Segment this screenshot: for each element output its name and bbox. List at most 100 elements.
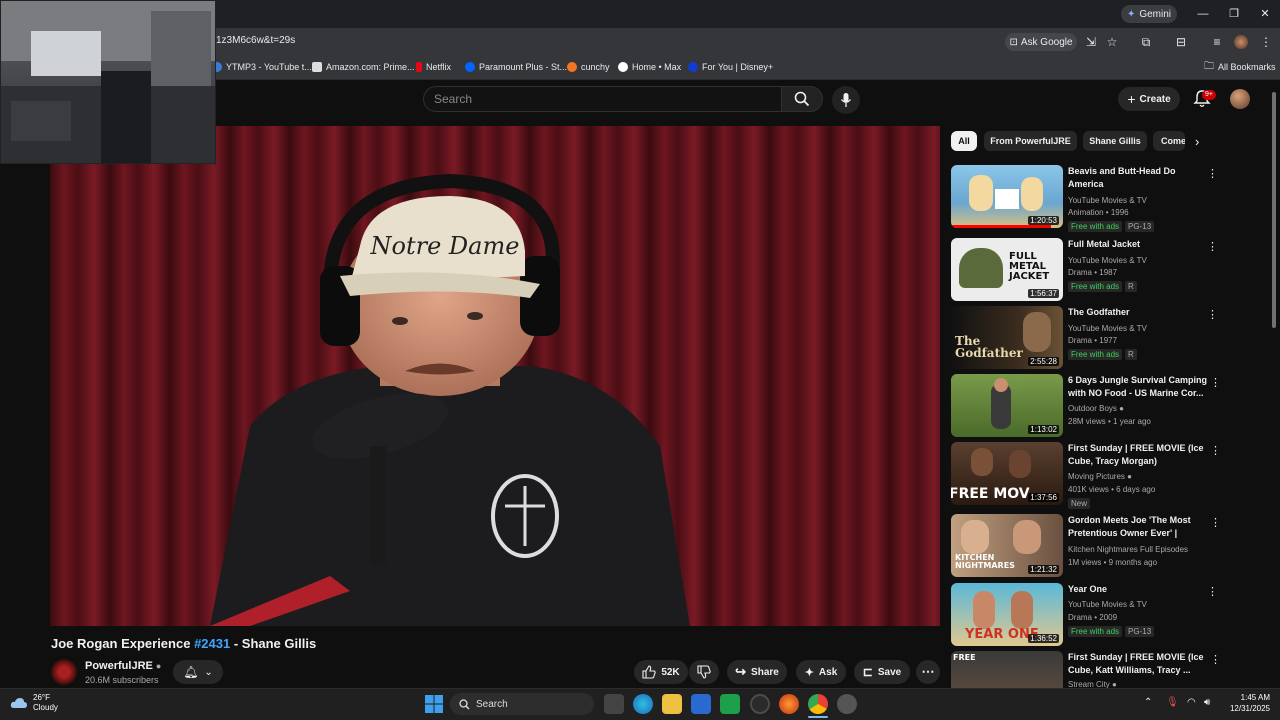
bookmark-max[interactable]: Home • Max — [618, 60, 681, 74]
gemini-button[interactable]: ✦ Gemini — [1121, 5, 1177, 23]
chip-shane-gillis[interactable]: Shane Gillis — [1083, 131, 1147, 151]
recommendation-title[interactable]: First Sunday | FREE MOVIE (Ice Cube, Kat… — [1068, 651, 1208, 677]
bookmark-amazon[interactable]: Amazon.com: Prime... — [312, 60, 415, 74]
recommendation-channel[interactable]: Kitchen Nightmares Full Episodes — [1068, 545, 1188, 554]
recommendation-channel[interactable]: YouTube Movies & TV — [1068, 256, 1147, 265]
app-icon[interactable] — [837, 694, 857, 714]
recommendation-title[interactable]: Year One — [1068, 583, 1208, 596]
chip-from-powerfuljre[interactable]: From PowerfulJRE — [984, 131, 1077, 151]
weather-widget[interactable]: 26°F Cloudy — [10, 693, 58, 713]
channel-avatar[interactable] — [51, 659, 77, 685]
search-input[interactable]: Search — [423, 86, 781, 112]
chrome-icon[interactable] — [808, 694, 828, 714]
volume-icon[interactable]: 🔊︎ — [1204, 697, 1210, 708]
minimize-button[interactable]: — — [1193, 6, 1213, 22]
ask-google-button[interactable]: ⊡ Ask Google — [1005, 33, 1077, 51]
extensions-icon[interactable]: ⧉ — [1138, 34, 1154, 50]
task-view-icon[interactable] — [604, 694, 624, 714]
show-hidden-icons[interactable]: ⌃ — [1144, 697, 1152, 708]
recommendation-item[interactable]: FREE MOV 1:37:56 First Sunday | FREE MOV… — [951, 442, 1226, 509]
microphone-in-use-icon[interactable]: 🎙︎ — [1166, 697, 1179, 708]
video-thumbnail[interactable]: 1:20:53 — [951, 165, 1063, 228]
recommendation-channel[interactable]: YouTube Movies & TV — [1068, 600, 1147, 609]
url-text[interactable]: 1z3M6c6w&t=29s — [216, 35, 295, 46]
video-thumbnail[interactable]: FREE MOV 1:37:56 — [951, 442, 1063, 505]
bookmark-star-icon[interactable]: ☆ — [1104, 34, 1120, 50]
recommendation-channel[interactable]: Moving Pictures ● — [1068, 472, 1132, 481]
recommendation-channel[interactable]: YouTube Movies & TV — [1068, 324, 1147, 333]
recommendation-channel[interactable]: Outdoor Boys ● — [1068, 404, 1124, 413]
title-hashtag[interactable]: #2431 — [194, 636, 230, 651]
save-button[interactable]: ⊏ Save — [854, 660, 910, 684]
all-bookmarks[interactable]: 🗀 All Bookmarks — [1204, 60, 1276, 74]
chip-all[interactable]: All — [951, 131, 977, 151]
recommendation-title[interactable]: 6 Days Jungle Survival Camping with NO F… — [1068, 374, 1208, 400]
more-options-icon[interactable]: ⋮ — [1210, 653, 1221, 666]
more-options-icon[interactable]: ⋮ — [1210, 376, 1221, 389]
more-options-icon[interactable]: ⋮ — [1207, 308, 1218, 321]
video-thumbnail[interactable]: The Godfather 2:55:28 — [951, 306, 1063, 369]
create-button[interactable]: + Create — [1118, 87, 1180, 111]
media-controls-icon[interactable]: ≡ — [1209, 34, 1225, 50]
account-avatar[interactable] — [1230, 89, 1250, 109]
profile-avatar[interactable] — [1234, 35, 1248, 49]
more-options-icon[interactable]: ⋮ — [1210, 516, 1221, 529]
close-button[interactable]: ✕ — [1255, 6, 1275, 22]
video-thumbnail[interactable]: FULL METAL JACKET 1:56:37 — [951, 238, 1063, 301]
recommendation-item[interactable]: FREE First Sunday | FREE MOVIE (Ice Cube… — [951, 651, 1226, 688]
file-explorer-icon[interactable] — [662, 694, 682, 714]
recommendation-title[interactable]: First Sunday | FREE MOVIE (Ice Cube, Tra… — [1068, 442, 1208, 468]
page-scrollbar[interactable] — [1270, 82, 1278, 688]
microsoft-store-icon[interactable] — [691, 694, 711, 714]
browser-menu-icon[interactable]: ⋮ — [1258, 34, 1274, 50]
video-thumbnail[interactable]: YEAR ONE 1:36:52 — [951, 583, 1063, 646]
recommendation-title[interactable]: The Godfather — [1068, 306, 1208, 319]
recommendation-item[interactable]: KITCHEN NIGHTMARES 1:21:32 Gordon Meets J… — [951, 514, 1226, 578]
chip-comedy[interactable]: Comedy — [1153, 131, 1185, 151]
video-thumbnail[interactable]: 1:13:02 — [951, 374, 1063, 437]
restore-button[interactable]: ❐ — [1224, 6, 1244, 22]
bookmark-netflix[interactable]: Netflix — [416, 60, 451, 74]
wifi-icon[interactable]: ◠ — [1187, 697, 1196, 708]
bookmark-ytmp3[interactable]: YTMP3 - YouTube t... — [212, 60, 312, 74]
more-options-icon[interactable]: ⋮ — [1210, 444, 1221, 457]
recommendation-item[interactable]: FULL METAL JACKET 1:56:37 Full Metal Jac… — [951, 238, 1226, 302]
voice-search-button[interactable] — [832, 86, 860, 114]
more-options-icon[interactable]: ⋮ — [1207, 240, 1218, 253]
xbox-icon[interactable] — [750, 694, 770, 714]
video-thumbnail[interactable]: FREE — [951, 651, 1063, 688]
recommendation-channel[interactable]: Stream City ● — [1068, 680, 1117, 688]
recommendation-item[interactable]: 1:13:02 6 Days Jungle Survival Camping w… — [951, 374, 1226, 438]
bookmark-disney[interactable]: For You | Disney+ — [688, 60, 773, 74]
recommendation-item[interactable]: YEAR ONE 1:36:52 Year One YouTube Movies… — [951, 583, 1226, 647]
start-button[interactable] — [425, 695, 443, 713]
share-button[interactable]: ↪ Share — [727, 660, 787, 684]
channel-name[interactable]: PowerfulJRE ● — [85, 660, 161, 672]
recommendation-item[interactable]: The Godfather 2:55:28 The Godfather YouT… — [951, 306, 1226, 370]
edge-icon[interactable] — [633, 694, 653, 714]
firefox-icon[interactable] — [779, 694, 799, 714]
like-button[interactable]: 52K — [634, 660, 688, 684]
split-view-icon[interactable]: ⊟ — [1173, 34, 1189, 50]
subscription-button[interactable]: 🔔︎ ⌄ — [173, 660, 223, 684]
chevron-right-icon[interactable]: › — [1195, 134, 1199, 149]
taskbar-search[interactable]: Search — [450, 693, 594, 715]
recommendation-title[interactable]: Full Metal Jacket — [1068, 238, 1208, 251]
install-icon[interactable]: ⇲ — [1083, 34, 1099, 50]
bookmark-paramount[interactable]: Paramount Plus - St... — [465, 60, 567, 74]
ask-button[interactable]: ✦ Ask — [796, 660, 846, 684]
dislike-button[interactable] — [689, 660, 719, 684]
recommendation-item[interactable]: 1:20:53 Beavis and Butt-Head Do America … — [951, 165, 1226, 232]
more-options-icon[interactable]: ⋮ — [1207, 167, 1218, 180]
search-button[interactable] — [781, 86, 823, 112]
recommendation-title[interactable]: Beavis and Butt-Head Do America — [1068, 165, 1208, 191]
bookmark-crunchyroll[interactable]: cunchy — [567, 60, 610, 74]
more-options-icon[interactable]: ⋮ — [1207, 585, 1218, 598]
video-thumbnail[interactable]: KITCHEN NIGHTMARES 1:21:32 — [951, 514, 1063, 577]
more-actions-button[interactable]: ⋯ — [916, 660, 940, 684]
system-clock[interactable]: 1:45 AM 12/31/2025 — [1228, 692, 1270, 714]
recommendation-channel[interactable]: YouTube Movies & TV — [1068, 196, 1147, 205]
video-player[interactable]: Notre Dame — [50, 126, 940, 626]
recommendation-title[interactable]: Gordon Meets Joe 'The Most Pretentious O… — [1068, 514, 1208, 540]
scrollbar-thumb[interactable] — [1272, 92, 1276, 328]
